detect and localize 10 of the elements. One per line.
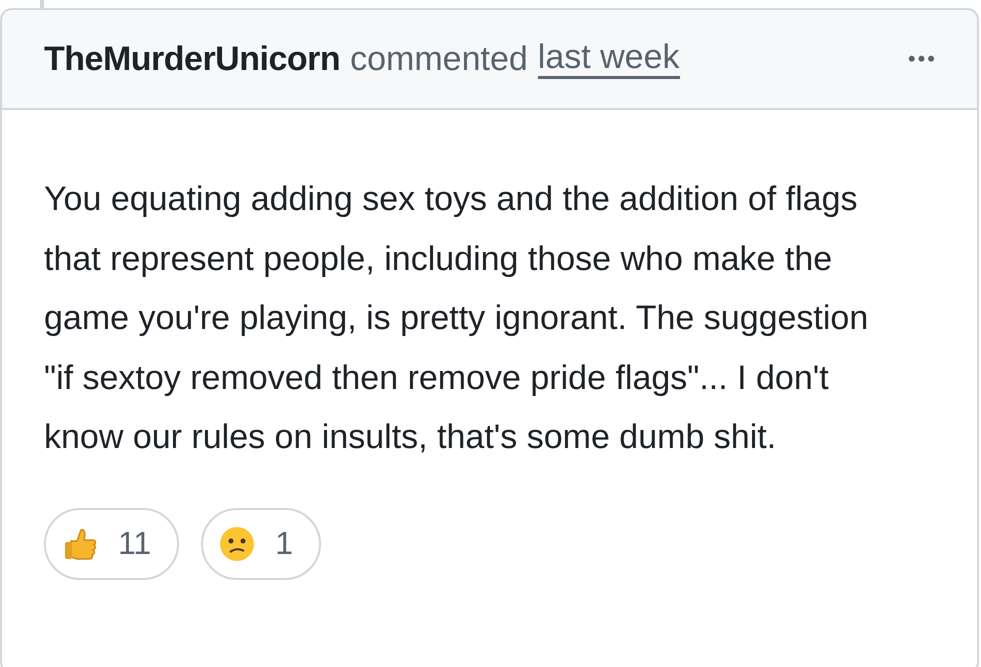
reaction-count: 1: [275, 525, 294, 562]
reaction-count: 11: [118, 525, 152, 562]
reaction-button[interactable]: 1: [201, 508, 322, 580]
confused-face-icon: [219, 526, 256, 562]
author-link[interactable]: TheMurderUnicorn: [44, 40, 340, 78]
more-options-button[interactable]: •••: [908, 46, 937, 72]
action-text: commented: [350, 40, 528, 78]
comment-body: You equating adding sex toys and the addition of flags that represent people, including those who make the game you're playing, is pretty ignorant. The suggestion "if sextoy removed then remove pride flags"... I don't know our rules on insults, that's some dumb shit.: [44, 179, 870, 458]
timestamp-link[interactable]: last week: [538, 38, 680, 80]
reaction-button[interactable]: 11: [44, 508, 180, 580]
